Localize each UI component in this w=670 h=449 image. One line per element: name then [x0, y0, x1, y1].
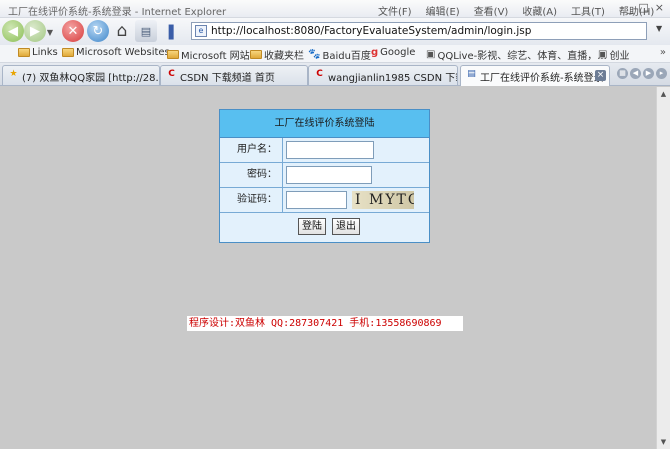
favorite-chuangye[interactable]: ▣ 创业 [598, 47, 629, 62]
captcha-input[interactable] [286, 191, 347, 209]
window-controls: _ □ × [627, 1, 664, 14]
close-window-button[interactable]: × [655, 1, 664, 14]
address-url[interactable]: http://localhost:8080/FactoryEvaluateSys… [211, 25, 531, 37]
star-icon: ★ [9, 69, 18, 79]
credit-text: 程序设计:双鱼林 QQ:287307421 手机:13558690869 [187, 316, 463, 331]
history-icon: ▤ [140, 24, 152, 38]
tab-list-icon[interactable]: ▦ [617, 68, 628, 79]
folder-icon [62, 48, 74, 57]
favorite-label: 创业 [609, 51, 630, 62]
favorite-label: Links [32, 47, 58, 58]
folder-icon [250, 50, 262, 59]
window-title-bar: 工厂在线评价系统-系统登录 - Internet Explorer 文件(F) … [0, 0, 670, 18]
menu-bar: 文件(F) 编辑(E) 查看(V) 收藏(A) 工具(T) 帮助(H) [378, 3, 654, 18]
favorite-bar-folder[interactable]: 收藏夹栏 [250, 47, 304, 62]
tab-label: CSDN 下载频道 首页 [180, 73, 275, 84]
favorite-label: QQLive-影视、综艺、体育、直播，... [437, 51, 607, 62]
captcha-label: 验证码： [220, 188, 283, 212]
menu-favorites[interactable]: 收藏(A) [522, 3, 557, 18]
favorite-label: Google [380, 47, 416, 58]
scroll-up-icon[interactable]: ▲ [657, 87, 670, 101]
tab-csdn-home[interactable]: C CSDN 下载频道 首页 [160, 65, 308, 85]
exit-button[interactable]: 退出 [332, 218, 360, 235]
refresh-icon: ↻ [92, 23, 104, 39]
captcha-row: 验证码： I MYTQ [220, 188, 429, 213]
favorites-more-button[interactable]: » [660, 47, 666, 58]
address-bar[interactable]: e http://localhost:8080/FactoryEvaluateS… [191, 22, 647, 40]
page-icon: ▣ [598, 49, 608, 60]
favorite-label: 收藏夹栏 [264, 51, 304, 62]
password-row: 密码： [220, 163, 429, 188]
chevron-down-icon: ▼ [656, 24, 663, 33]
csdn-icon: C [168, 69, 175, 79]
menu-view[interactable]: 查看(V) [474, 3, 509, 18]
favorites-bar: Links Microsoft Websites Microsoft 网站 收藏… [0, 45, 670, 63]
folder-icon [18, 48, 30, 57]
back-button[interactable]: ◀ [2, 20, 24, 42]
favorite-baidu[interactable]: 🐾 Baidu百度 [308, 47, 371, 62]
home-icon: ⌂ [116, 21, 128, 41]
forward-button[interactable]: ▶ [24, 20, 46, 42]
bookmarks-button[interactable]: ❚ [160, 20, 182, 42]
navigation-bar: ◀ ▶ ▼ ✕ ↻ ⌂ ▤ ❚ e http://localhost:8080/… [0, 18, 670, 45]
favorite-google[interactable]: g Google [371, 47, 415, 58]
page-icon: e [195, 25, 207, 37]
csdn-icon: C [316, 69, 323, 79]
forward-arrow-icon: ▶ [30, 23, 40, 39]
google-icon: g [371, 47, 379, 58]
minimize-button[interactable]: _ [627, 1, 633, 14]
page-content: 工厂在线评价系统登陆 用户名： 密码： 验证码： I MYTQ 登陆 退出 程序… [0, 87, 656, 449]
tab-qq-home[interactable]: ★ (7) 双鱼林QQ家园 [http://28... [2, 65, 160, 85]
favorite-label: Microsoft 网站 [181, 51, 250, 62]
tab-login-page[interactable]: ▤ 工厂在线评价系统-系统登录 × [460, 65, 610, 86]
vertical-scrollbar[interactable]: ▲ ▼ [656, 87, 670, 449]
page-icon: ▣ [426, 49, 436, 60]
login-panel: 工厂在线评价系统登陆 用户名： 密码： 验证码： I MYTQ 登陆 退出 [219, 109, 430, 243]
stop-button[interactable]: ✕ [62, 20, 84, 42]
maximize-button[interactable]: □ [638, 1, 648, 14]
menu-file[interactable]: 文件(F) [378, 3, 412, 18]
password-label: 密码： [220, 163, 283, 187]
tab-label: (7) 双鱼林QQ家园 [http://28... [22, 73, 160, 84]
favorite-links[interactable]: Links [18, 47, 58, 58]
favorite-label: Baidu百度 [322, 51, 371, 62]
tab-scroll-right-icon[interactable]: ▶ [643, 68, 654, 79]
window-title: 工厂在线评价系统-系统登录 - Internet Explorer [8, 7, 227, 18]
tab-csdn-download[interactable]: C wangjianlin1985 CSDN 下载... [308, 65, 458, 85]
username-label: 用户名： [220, 138, 283, 162]
baidu-icon: 🐾 [308, 49, 321, 60]
tab-label: wangjianlin1985 CSDN 下载... [328, 73, 457, 84]
chevron-down-icon: ▼ [46, 27, 54, 37]
history-button[interactable]: ▤ [135, 20, 157, 42]
tab-scroll-left-icon[interactable]: ◀ [630, 68, 641, 79]
button-row: 登陆 退出 [220, 213, 429, 241]
refresh-button[interactable]: ↻ [87, 20, 109, 42]
history-dropdown[interactable]: ▼ [45, 27, 55, 37]
menu-tools[interactable]: 工具(T) [571, 3, 605, 18]
folder-icon [167, 50, 179, 59]
favorite-microsoft-cn[interactable]: Microsoft 网站 [167, 47, 250, 62]
favorite-microsoft-websites[interactable]: Microsoft Websites [62, 47, 170, 58]
page-icon: ▤ [467, 69, 476, 79]
new-tab-icon[interactable]: ▸ [656, 68, 667, 79]
username-input[interactable] [286, 141, 374, 159]
captcha-image[interactable]: I MYTQ [352, 191, 414, 209]
back-arrow-icon: ◀ [8, 23, 18, 39]
book-icon: ❚ [164, 22, 178, 40]
favorite-qqlive[interactable]: ▣ QQLive-影视、综艺、体育、直播，... [426, 47, 607, 62]
tab-label: 工厂在线评价系统-系统登录 [480, 73, 604, 84]
menu-edit[interactable]: 编辑(E) [426, 3, 460, 18]
favorite-label: Microsoft Websites [76, 47, 170, 58]
username-row: 用户名： [220, 138, 429, 163]
address-dropdown[interactable]: ▼ [656, 24, 662, 33]
tab-bar: ★ (7) 双鱼林QQ家园 [http://28... C CSDN 下载频道 … [0, 63, 670, 86]
login-heading: 工厂在线评价系统登陆 [220, 110, 429, 138]
scroll-down-icon[interactable]: ▼ [657, 435, 670, 449]
close-tab-icon[interactable]: × [595, 70, 606, 81]
login-button[interactable]: 登陆 [298, 218, 326, 235]
home-button[interactable]: ⌂ [111, 20, 133, 42]
password-input[interactable] [286, 166, 372, 184]
stop-icon: ✕ [67, 23, 79, 39]
